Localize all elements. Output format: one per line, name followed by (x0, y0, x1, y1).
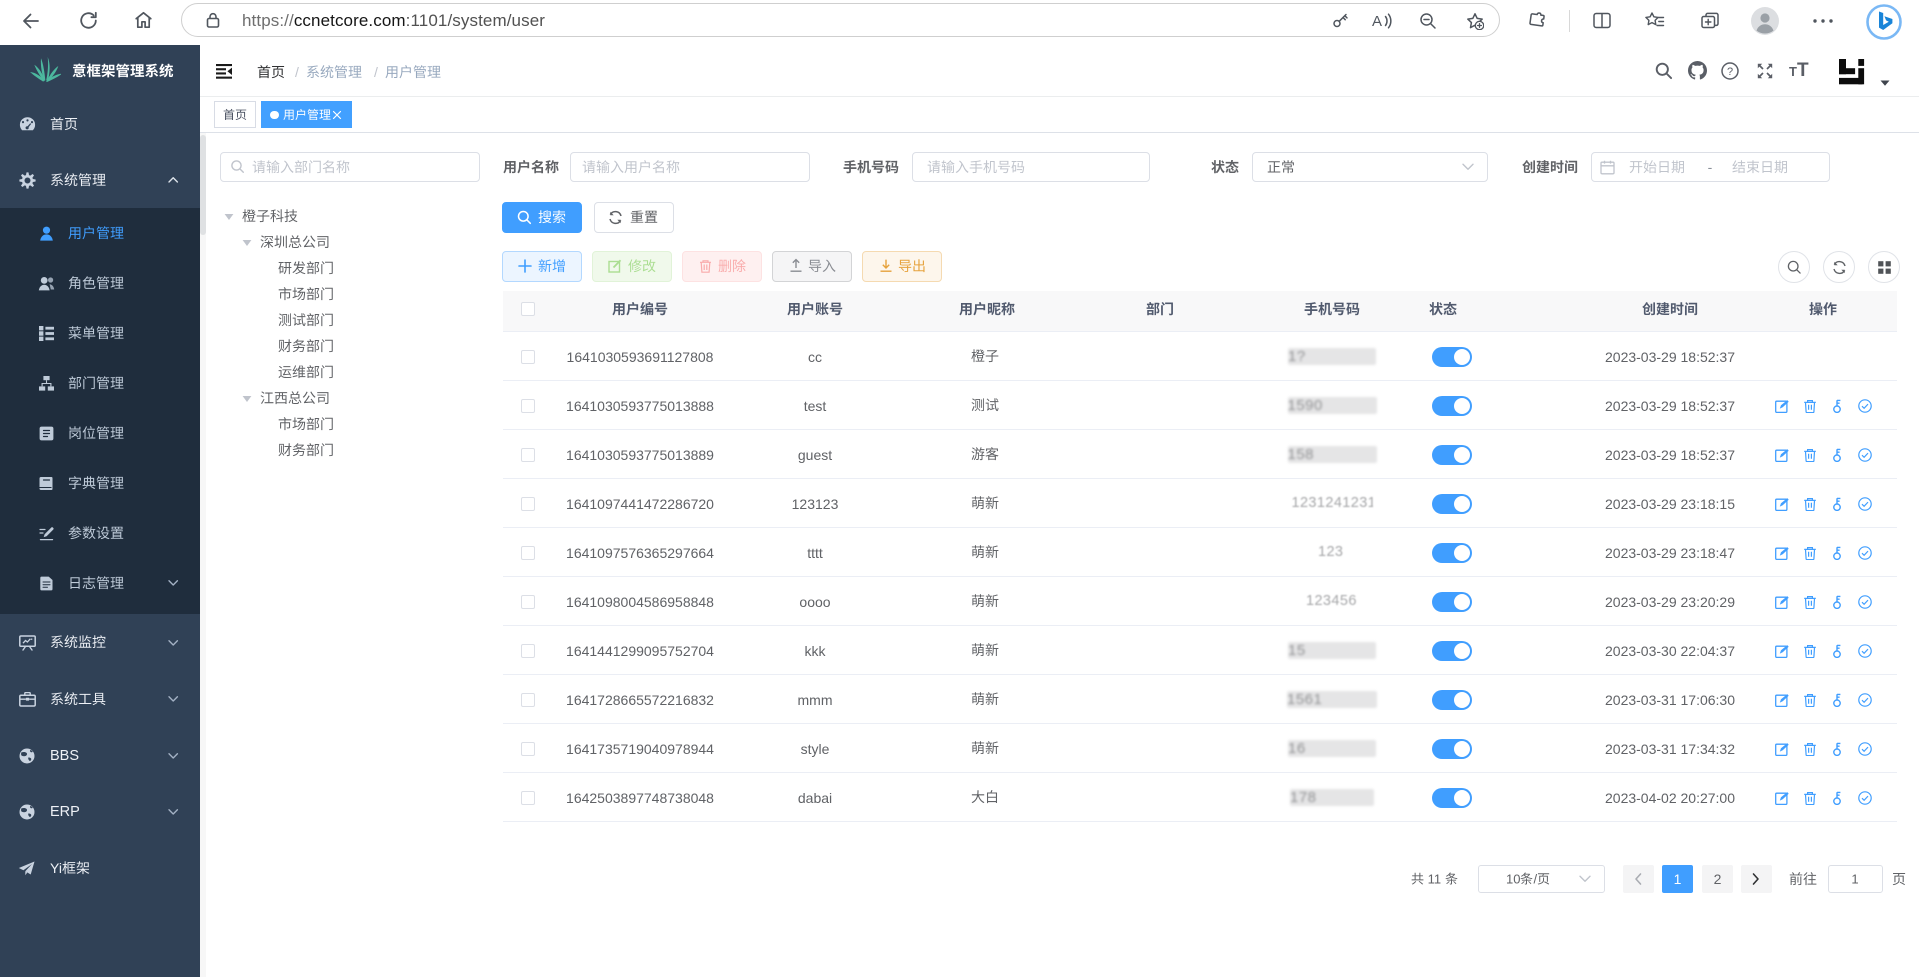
svg-text:?: ? (1727, 66, 1733, 78)
svg-text:A: A (1372, 13, 1382, 30)
